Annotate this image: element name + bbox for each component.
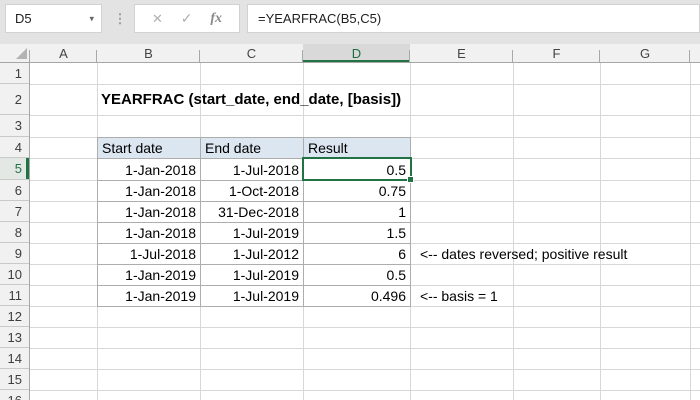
result-cell[interactable]: 1 [304,202,411,223]
enter-check-icon[interactable]: ✓ [181,10,193,27]
row-header-12[interactable]: 12 [0,306,29,327]
column-header-d-selected[interactable]: D [303,44,410,62]
column-header-a[interactable]: A [30,44,97,62]
end-date-cell[interactable]: 1-Jul-2018 [201,159,304,181]
name-box[interactable]: D5 ▾ [5,4,102,33]
row-header-14[interactable]: 14 [0,348,29,369]
column-header-b[interactable]: B [97,44,200,62]
row-header-8[interactable]: 8 [0,222,29,243]
header-end-date[interactable]: End date [201,138,304,159]
annotation-dates-reversed[interactable]: <-- dates reversed; positive result [420,243,627,264]
excel-window: D5 ▾ ⋮ ✕ ✓ fx =YEARFRAC(B5,C5) A B C D E… [0,0,700,400]
row-header-9[interactable]: 9 [0,243,29,264]
grip-dots-icon[interactable]: ⋮ [112,4,128,33]
end-date-cell[interactable]: 1-Jul-2019 [201,286,304,307]
row-header-15[interactable]: 15 [0,369,29,390]
row-header-2[interactable]: 2 [0,84,29,115]
start-date-cell[interactable]: 1-Jul-2018 [98,244,201,265]
select-all-triangle-icon [16,48,27,59]
table-row: 1-Jan-2019 1-Jul-2019 0.496 [98,286,411,307]
spreadsheet-title[interactable]: YEARFRAC (start_date, end_date, [basis]) [101,84,401,115]
table-row: 1-Jan-2019 1-Jul-2019 0.5 [98,265,411,286]
end-date-cell[interactable]: 1-Jul-2012 [201,244,304,265]
start-date-cell[interactable]: 1-Jan-2018 [98,181,201,202]
start-date-cell[interactable]: 1-Jan-2019 [98,286,201,307]
row-header-1[interactable]: 1 [0,63,29,84]
column-header-c[interactable]: C [200,44,303,62]
column-header-row: A B C D E F G [0,44,700,63]
column-header-f[interactable]: F [513,44,600,62]
name-box-value: D5 [15,11,32,26]
row-header-10[interactable]: 10 [0,264,29,285]
result-cell[interactable]: 1.5 [304,223,411,244]
row-header-13[interactable]: 13 [0,327,29,348]
start-date-cell[interactable]: 1-Jan-2018 [98,159,201,181]
row-header-11[interactable]: 11 [0,285,29,306]
annotation-basis[interactable]: <-- basis = 1 [420,285,498,306]
result-cell[interactable]: 0.75 [304,181,411,202]
result-cell[interactable]: 0.5 [304,159,411,181]
row-header-5-selected[interactable]: 5 [0,158,29,180]
row-header-3[interactable]: 3 [0,115,29,137]
table-row: 1-Jan-2018 1-Jul-2018 0.5 [98,159,411,181]
column-header-e[interactable]: E [410,44,513,62]
formula-toolbar: D5 ▾ ⋮ ✕ ✓ fx =YEARFRAC(B5,C5) [0,0,700,44]
end-date-cell[interactable]: 31-Dec-2018 [201,202,304,223]
start-date-cell[interactable]: 1-Jan-2018 [98,223,201,244]
row-header-6[interactable]: 6 [0,180,29,201]
column-header-g[interactable]: G [600,44,690,62]
header-start-date[interactable]: Start date [98,138,201,159]
start-date-cell[interactable]: 1-Jan-2019 [98,265,201,286]
table-row: 1-Jan-2018 1-Oct-2018 0.75 [98,181,411,202]
end-date-cell[interactable]: 1-Oct-2018 [201,181,304,202]
start-date-cell[interactable]: 1-Jan-2018 [98,202,201,223]
table-header-row: Start date End date Result [98,138,411,159]
row-header-16[interactable]: 16 [0,390,29,400]
data-table: Start date End date Result 1-Jan-2018 1-… [97,137,411,307]
select-all-corner[interactable] [0,44,30,62]
table-row: 1-Jan-2018 1-Jul-2019 1.5 [98,223,411,244]
formula-button-group: ✕ ✓ fx [134,4,240,33]
end-date-cell[interactable]: 1-Jul-2019 [201,265,304,286]
chevron-down-icon[interactable]: ▾ [89,13,94,24]
header-result[interactable]: Result [304,138,411,159]
row-header-column: 1 2 3 4 5 6 7 8 9 10 11 12 13 14 15 16 [0,63,30,400]
insert-function-icon[interactable]: fx [210,11,222,27]
result-cell[interactable]: 0.496 [304,286,411,307]
row-header-7[interactable]: 7 [0,201,29,222]
table-row: 1-Jul-2018 1-Jul-2012 6 [98,244,411,265]
result-cell[interactable]: 0.5 [304,265,411,286]
result-cell[interactable]: 6 [304,244,411,265]
end-date-cell[interactable]: 1-Jul-2019 [201,223,304,244]
cancel-icon[interactable]: ✕ [152,11,163,27]
formula-text: =YEARFRAC(B5,C5) [258,11,382,26]
formula-bar-input[interactable]: =YEARFRAC(B5,C5) [247,4,700,33]
row-header-4[interactable]: 4 [0,137,29,158]
table-row: 1-Jan-2018 31-Dec-2018 1 [98,202,411,223]
